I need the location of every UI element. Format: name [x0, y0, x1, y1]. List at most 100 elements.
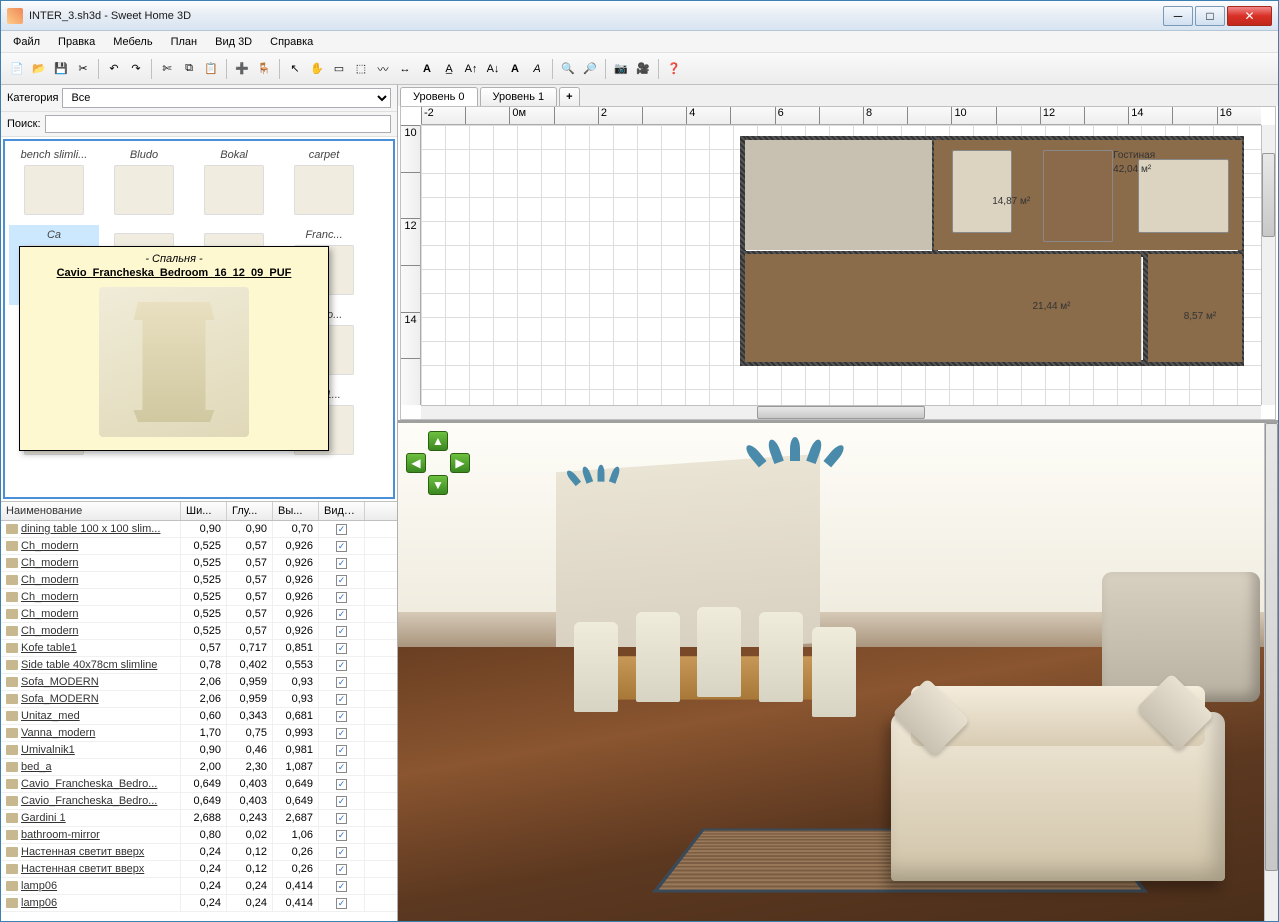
- search-input[interactable]: [45, 115, 391, 133]
- nav-up-icon[interactable]: ▲: [428, 431, 448, 451]
- plan-canvas[interactable]: Гостиная42,04 м²14,87 м²21,44 м²8,57 м²: [421, 125, 1261, 405]
- paste-icon[interactable]: 📋: [201, 59, 221, 79]
- prefs-icon[interactable]: ✂: [73, 59, 93, 79]
- table-row[interactable]: bathroom-mirror0,800,021,06✓: [1, 827, 397, 844]
- cut-icon[interactable]: ✄: [157, 59, 177, 79]
- visible-checkbox[interactable]: ✓: [336, 609, 347, 620]
- menu-file[interactable]: Файл: [5, 34, 48, 50]
- table-row[interactable]: Cavio_Francheska_Bedro...0,6490,4030,649…: [1, 776, 397, 793]
- catalog-item[interactable]: Bokal: [189, 145, 279, 225]
- furniture-list[interactable]: Наименование Ши... Глу... Вы... Види... …: [1, 501, 397, 921]
- table-row[interactable]: Unitaz_med0,600,3430,681✓: [1, 708, 397, 725]
- visible-checkbox[interactable]: ✓: [336, 558, 347, 569]
- menu-help[interactable]: Справка: [262, 34, 321, 50]
- table-row[interactable]: Cavio_Francheska_Bedro...0,6490,4030,649…: [1, 793, 397, 810]
- photo-icon[interactable]: 📷: [611, 59, 631, 79]
- catalog-item[interactable]: bench slimli...: [9, 145, 99, 225]
- polyline-icon[interactable]: 〰: [373, 59, 393, 79]
- visible-checkbox[interactable]: ✓: [336, 660, 347, 671]
- visible-checkbox[interactable]: ✓: [336, 575, 347, 586]
- 3d-scroll-v[interactable]: [1264, 423, 1278, 921]
- bold-icon[interactable]: A: [505, 59, 525, 79]
- 3d-nav-compass[interactable]: ▲ ▼ ◀ ▶: [406, 431, 470, 495]
- catalog-pane[interactable]: bench slimli...BludoBokalcarpetCaFranc..…: [3, 139, 395, 499]
- menu-3dview[interactable]: Вид 3D: [207, 34, 260, 50]
- table-row[interactable]: Sofa_MODERN2,060,9590,93✓: [1, 691, 397, 708]
- plan-scroll-v[interactable]: [1261, 125, 1275, 405]
- table-row[interactable]: bed_a2,002,301,087✓: [1, 759, 397, 776]
- table-row[interactable]: Ch_modern0,5250,570,926✓: [1, 538, 397, 555]
- text-icon[interactable]: A: [417, 59, 437, 79]
- col-width[interactable]: Ши...: [181, 502, 227, 520]
- visible-checkbox[interactable]: ✓: [336, 694, 347, 705]
- visible-checkbox[interactable]: ✓: [336, 898, 347, 909]
- visible-checkbox[interactable]: ✓: [336, 762, 347, 773]
- help-icon[interactable]: ❓: [664, 59, 684, 79]
- tab-level-1[interactable]: Уровень 1: [480, 87, 558, 106]
- col-visible[interactable]: Види...: [319, 502, 365, 520]
- tab-add-level[interactable]: +: [559, 87, 579, 106]
- visible-checkbox[interactable]: ✓: [336, 643, 347, 654]
- table-row[interactable]: Side table 40x78cm slimline0,780,4020,55…: [1, 657, 397, 674]
- table-row[interactable]: Umivalnik10,900,460,981✓: [1, 742, 397, 759]
- table-row[interactable]: dining table 100 x 100 slim...0,900,900,…: [1, 521, 397, 538]
- table-row[interactable]: Ch_modern0,5250,570,926✓: [1, 555, 397, 572]
- titlebar[interactable]: INTER_3.sh3d - Sweet Home 3D ─ □ ✕: [1, 1, 1278, 31]
- video-icon[interactable]: 🎥: [633, 59, 653, 79]
- 3d-view[interactable]: ▲ ▼ ◀ ▶: [398, 423, 1278, 921]
- table-row[interactable]: Настенная светит вверх0,240,120,26✓: [1, 861, 397, 878]
- col-name[interactable]: Наименование: [1, 502, 181, 520]
- close-button[interactable]: ✕: [1227, 6, 1272, 26]
- zoom-in-icon[interactable]: 🔍: [558, 59, 578, 79]
- visible-checkbox[interactable]: ✓: [336, 524, 347, 535]
- room-icon[interactable]: ⬚: [351, 59, 371, 79]
- text-inc-icon[interactable]: A↑: [461, 59, 481, 79]
- visible-checkbox[interactable]: ✓: [336, 830, 347, 841]
- minimize-button[interactable]: ─: [1163, 6, 1193, 26]
- visible-checkbox[interactable]: ✓: [336, 881, 347, 892]
- table-row[interactable]: Ch_modern0,5250,570,926✓: [1, 606, 397, 623]
- visible-checkbox[interactable]: ✓: [336, 728, 347, 739]
- new-icon[interactable]: 📄: [7, 59, 27, 79]
- table-row[interactable]: Vanna_modern1,700,750,993✓: [1, 725, 397, 742]
- visible-checkbox[interactable]: ✓: [336, 847, 347, 858]
- select-icon[interactable]: ↖: [285, 59, 305, 79]
- catalog-item[interactable]: Bludo: [99, 145, 189, 225]
- table-row[interactable]: Ch_modern0,5250,570,926✓: [1, 572, 397, 589]
- catalog-item[interactable]: carpet: [279, 145, 369, 225]
- plan-scroll-h[interactable]: [421, 405, 1261, 419]
- visible-checkbox[interactable]: ✓: [336, 796, 347, 807]
- table-row[interactable]: Kofe table10,570,7170,851✓: [1, 640, 397, 657]
- visible-checkbox[interactable]: ✓: [336, 711, 347, 722]
- plan-view[interactable]: -20м246810121416 101214: [400, 106, 1276, 420]
- save-icon[interactable]: 💾: [51, 59, 71, 79]
- col-depth[interactable]: Глу...: [227, 502, 273, 520]
- zoom-out-icon[interactable]: 🔎: [580, 59, 600, 79]
- nav-down-icon[interactable]: ▼: [428, 475, 448, 495]
- furniture-list-header[interactable]: Наименование Ши... Глу... Вы... Види...: [1, 502, 397, 521]
- dimension-icon[interactable]: ↔: [395, 59, 415, 79]
- menu-edit[interactable]: Правка: [50, 34, 103, 50]
- table-row[interactable]: Gardini 12,6880,2432,687✓: [1, 810, 397, 827]
- table-row[interactable]: lamp060,240,240,414✓: [1, 895, 397, 912]
- add-furniture-icon[interactable]: ➕: [232, 59, 252, 79]
- visible-checkbox[interactable]: ✓: [336, 541, 347, 552]
- wall-icon[interactable]: ▭: [329, 59, 349, 79]
- redo-icon[interactable]: ↷: [126, 59, 146, 79]
- visible-checkbox[interactable]: ✓: [336, 864, 347, 875]
- text2-icon[interactable]: A̲: [439, 59, 459, 79]
- table-row[interactable]: Ch_modern0,5250,570,926✓: [1, 623, 397, 640]
- italic-icon[interactable]: A: [527, 59, 547, 79]
- visible-checkbox[interactable]: ✓: [336, 779, 347, 790]
- visible-checkbox[interactable]: ✓: [336, 626, 347, 637]
- nav-left-icon[interactable]: ◀: [406, 453, 426, 473]
- maximize-button[interactable]: □: [1195, 6, 1225, 26]
- category-select[interactable]: Все: [62, 88, 391, 108]
- tab-level-0[interactable]: Уровень 0: [400, 87, 478, 106]
- visible-checkbox[interactable]: ✓: [336, 677, 347, 688]
- open-icon[interactable]: 📂: [29, 59, 49, 79]
- table-row[interactable]: Настенная светит вверх0,240,120,26✓: [1, 844, 397, 861]
- table-row[interactable]: lamp060,240,240,414✓: [1, 878, 397, 895]
- visible-checkbox[interactable]: ✓: [336, 592, 347, 603]
- table-row[interactable]: Ch_modern0,5250,570,926✓: [1, 589, 397, 606]
